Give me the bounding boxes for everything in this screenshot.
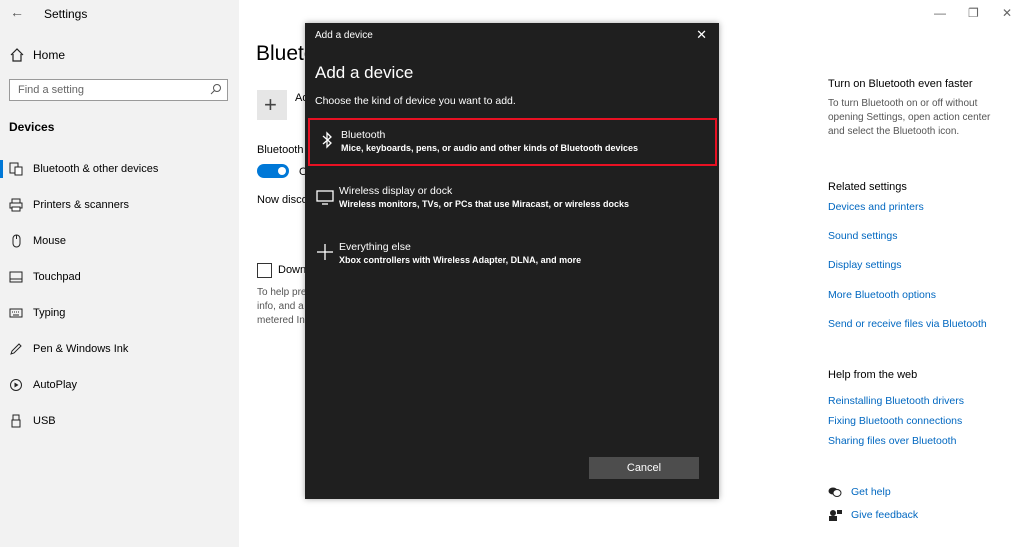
give-feedback-link[interactable]: Give feedback (851, 509, 918, 521)
close-window-icon[interactable]: ✕ (1002, 6, 1012, 20)
sidebar-item-label: AutoPlay (33, 379, 78, 391)
help-web-heading: Help from the web (828, 369, 918, 381)
printer-icon (9, 198, 23, 212)
close-icon[interactable]: ✕ (696, 27, 707, 43)
option-wireless-display[interactable]: Wireless display or dock Wireless monito… (308, 176, 713, 220)
checkbox-label: Down (278, 264, 307, 276)
dialog-heading: Add a device (315, 63, 414, 82)
discoverable-text: Now disco (257, 194, 308, 206)
pen-icon (10, 343, 22, 355)
section-heading: Devices (9, 120, 55, 134)
faster-description: To turn Bluetooth on or off without open… (828, 98, 991, 137)
keyboard-icon (9, 308, 23, 318)
sidebar-item-printers[interactable]: Printers & scanners (0, 190, 239, 220)
search-icon (210, 84, 221, 95)
sidebar-item-label: Bluetooth & other devices (33, 163, 159, 175)
link-more-bluetooth-options[interactable]: More Bluetooth options (828, 289, 936, 301)
dialog-window-title: Add a device (315, 30, 373, 41)
monitor-icon (316, 190, 334, 205)
link-reinstalling-drivers[interactable]: Reinstalling Bluetooth drivers (828, 395, 964, 407)
usb-icon (11, 414, 21, 428)
search-placeholder: Find a setting (18, 84, 85, 96)
link-sharing-files[interactable]: Sharing files over Bluetooth (828, 435, 956, 447)
add-device-dialog: Add a device ✕ Add a device Choose the k… (305, 23, 719, 499)
sidebar-item-touchpad[interactable]: Touchpad (0, 262, 239, 292)
autoplay-icon (10, 379, 22, 391)
sidebar-item-label: Touchpad (33, 271, 81, 283)
info-line: info, and a (257, 301, 304, 312)
sidebar: ← Settings Home Find a setting Devices B… (0, 0, 239, 547)
cancel-button[interactable]: Cancel (589, 457, 699, 479)
option-description: Mice, keyboards, pens, or audio and othe… (341, 143, 639, 153)
home-icon (10, 48, 24, 62)
feedback-icon (829, 510, 842, 521)
info-line: To help pre (257, 287, 307, 298)
sidebar-item-label: Home (33, 48, 66, 62)
bluetooth-toggle[interactable] (257, 164, 289, 178)
sidebar-item-label: Printers & scanners (33, 199, 129, 211)
get-help-link[interactable]: Get help (851, 486, 891, 498)
sidebar-item-autoplay[interactable]: AutoPlay (0, 370, 239, 400)
sidebar-item-label: Pen & Windows Ink (33, 343, 129, 355)
link-sound-settings[interactable]: Sound settings (828, 230, 897, 242)
back-arrow-icon[interactable]: ← (10, 4, 24, 20)
sidebar-item-label: USB (33, 415, 56, 427)
link-send-receive-files[interactable]: Send or receive files via Bluetooth (828, 318, 987, 330)
info-text: To help pre info, and a metered In (257, 286, 307, 328)
bluetooth-devices-icon (9, 162, 23, 176)
dialog-titlebar: Add a device ✕ (305, 23, 719, 47)
option-title: Everything else (339, 241, 411, 253)
sidebar-item-pen[interactable]: Pen & Windows Ink (0, 334, 239, 364)
option-everything-else[interactable]: Everything else Xbox controllers with Wi… (308, 232, 713, 276)
bluetooth-icon (322, 131, 332, 149)
link-fixing-connections[interactable]: Fixing Bluetooth connections (828, 415, 962, 427)
restore-icon[interactable]: ❐ (968, 6, 979, 20)
sidebar-item-typing[interactable]: Typing (0, 298, 239, 328)
option-description: Xbox controllers with Wireless Adapter, … (339, 255, 582, 265)
sidebar-item-label: Typing (33, 307, 66, 319)
get-help-icon (828, 487, 842, 497)
app-title: Settings (44, 7, 88, 21)
page-title: Blueto (256, 42, 306, 65)
add-device-button[interactable]: + (257, 90, 287, 120)
plus-icon (317, 244, 333, 260)
faster-heading: Turn on Bluetooth even faster (828, 78, 973, 90)
option-description: Wireless monitors, TVs, or PCs that use … (339, 199, 630, 209)
sidebar-item-usb[interactable]: USB (0, 406, 239, 436)
link-display-settings[interactable]: Display settings (828, 259, 902, 271)
minimize-icon[interactable]: — (934, 6, 946, 20)
option-title: Wireless display or dock (339, 185, 453, 197)
dialog-subheading: Choose the kind of device you want to ad… (315, 95, 516, 107)
touchpad-icon (9, 271, 23, 283)
metered-download-checkbox[interactable] (257, 263, 272, 278)
sidebar-item-mouse[interactable]: Mouse (0, 226, 239, 256)
sidebar-item-label: Mouse (33, 235, 67, 247)
search-input[interactable]: Find a setting (9, 79, 228, 101)
sidebar-item-bluetooth[interactable]: Bluetooth & other devices (0, 154, 239, 184)
option-bluetooth[interactable]: Bluetooth Mice, keyboards, pens, or audi… (308, 118, 717, 166)
bluetooth-label: Bluetooth (257, 144, 304, 156)
link-devices-printers[interactable]: Devices and printers (828, 201, 924, 213)
option-title: Bluetooth (341, 129, 386, 141)
plus-icon: + (264, 92, 277, 117)
mouse-icon (12, 234, 21, 248)
related-settings-heading: Related settings (828, 181, 907, 193)
info-line: metered In (257, 315, 305, 326)
sidebar-item-home[interactable]: Home (0, 44, 239, 68)
